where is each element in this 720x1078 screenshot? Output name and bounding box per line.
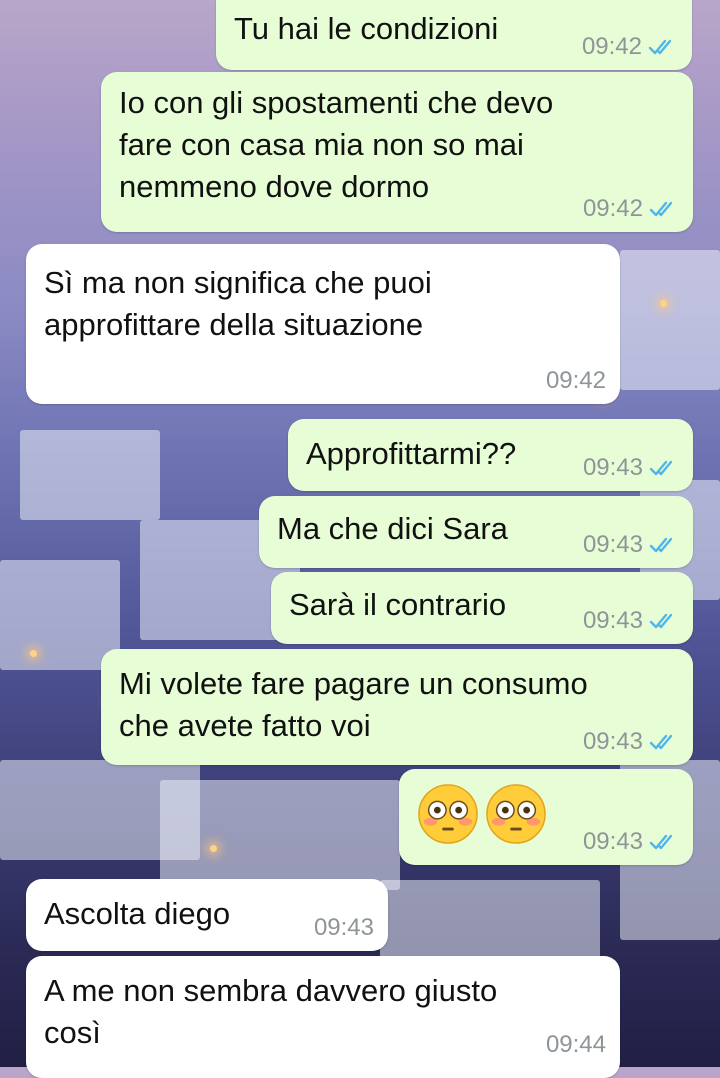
message-meta: 09:43: [314, 915, 374, 941]
message-text: Io con gli spostamenti che devo fare con…: [119, 85, 554, 204]
message-text: Sì ma non significa che puoi approfittar…: [44, 265, 432, 342]
read-ticks-icon: [649, 537, 673, 553]
message-meta: 09:42: [583, 196, 679, 222]
message-meta: 09:43: [583, 829, 679, 855]
message-text: Tu hai le condizioni: [234, 11, 499, 46]
emoji-row: [417, 783, 547, 845]
message-time: 09:43: [582, 728, 643, 755]
message-text: A me non sembra davvero giusto così: [44, 973, 498, 1050]
message-meta: 09:43: [583, 532, 679, 558]
message-time: 09:44: [545, 1031, 606, 1058]
flushed-face-icon: [486, 784, 546, 844]
message-bubble-incoming[interactable]: Sì ma non significa che puoi approfittar…: [26, 244, 620, 404]
message-meta: 09:43: [583, 608, 679, 634]
message-meta: 09:44: [546, 1032, 606, 1058]
message-bubble-outgoing[interactable]: 09:43: [399, 769, 693, 865]
message-text: Ascolta diego: [44, 896, 231, 931]
message-time: 09:43: [582, 607, 643, 634]
message-time: 09:43: [582, 454, 643, 481]
message-time: 09:43: [313, 914, 374, 941]
message-time: 09:43: [582, 531, 643, 558]
message-bubble-incoming[interactable]: Ascolta diego 09:43: [26, 879, 388, 951]
read-ticks-icon: [649, 460, 673, 476]
read-ticks-icon: [648, 39, 672, 55]
message-bubble-outgoing[interactable]: Approfittarmi?? 09:43: [288, 419, 693, 491]
message-time: 09:43: [582, 828, 643, 855]
message-text: Ma che dici Sara: [277, 511, 508, 546]
read-ticks-icon: [649, 834, 673, 850]
message-meta: 09:43: [583, 729, 679, 755]
message-meta: 09:42: [546, 368, 606, 394]
message-bubble-incoming[interactable]: A me non sembra davvero giusto così 09:4…: [26, 956, 620, 1078]
message-meta: 09:42: [582, 34, 678, 60]
message-time: 09:42: [581, 33, 642, 60]
message-bubble-outgoing[interactable]: Ma che dici Sara 09:43: [259, 496, 693, 568]
message-bubble-outgoing[interactable]: Tu hai le condizioni 09:42: [216, 0, 692, 70]
message-text: Sarà il contrario: [289, 587, 507, 622]
message-meta: 09:43: [583, 455, 679, 481]
flushed-face-icon: [418, 784, 478, 844]
message-time: 09:42: [545, 367, 606, 394]
message-bubble-outgoing[interactable]: Sarà il contrario 09:43: [271, 572, 693, 644]
read-ticks-icon: [649, 734, 673, 750]
message-bubble-outgoing[interactable]: Mi volete fare pagare un consumo che ave…: [101, 649, 693, 765]
read-ticks-icon: [649, 201, 673, 217]
message-bubble-outgoing[interactable]: Io con gli spostamenti che devo fare con…: [101, 72, 693, 232]
message-text: Mi volete fare pagare un consumo che ave…: [119, 666, 588, 743]
read-ticks-icon: [649, 613, 673, 629]
message-time: 09:42: [582, 195, 643, 222]
message-text: Approfittarmi??: [306, 436, 517, 471]
